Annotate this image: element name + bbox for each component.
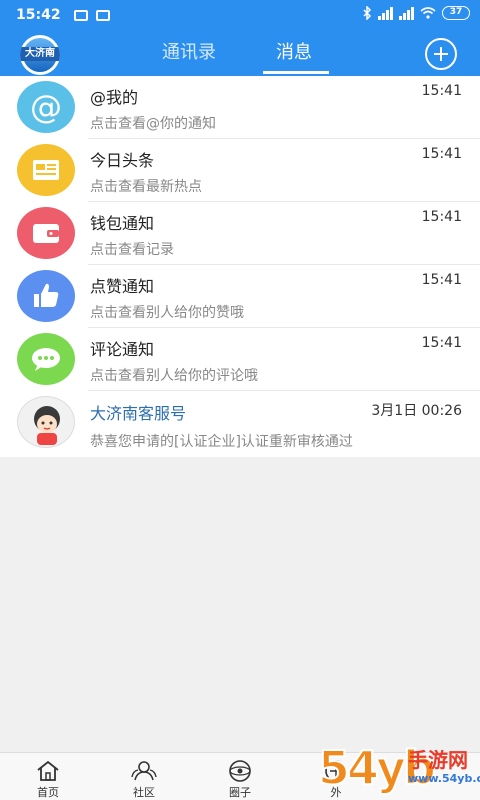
- tab-contacts[interactable]: 通讯录: [162, 38, 216, 64]
- active-tab-indicator: [263, 71, 329, 74]
- item-time: 15:41: [421, 335, 462, 351]
- status-bar: 15:42 37: [0, 0, 480, 32]
- message-notification-icon: [96, 10, 110, 21]
- nav-label: 首页: [37, 786, 59, 799]
- at-icon: @: [17, 81, 75, 133]
- list-item-comments[interactable]: 评论通知 点击查看别人给你的评论哦 15:41: [0, 328, 480, 391]
- message-list: @ @我的 点击查看@你的通知 15:41 今日头条 点击查看最新热点 15:4…: [0, 76, 480, 457]
- list-item-wallet[interactable]: 钱包通知 点击查看记录 15:41: [0, 202, 480, 265]
- item-time: 15:41: [421, 272, 462, 288]
- item-title: 大济南客服号: [90, 404, 187, 423]
- watermark-logo: 54yb 手游网 www.54yb.com: [317, 740, 480, 800]
- item-subtitle: 点击查看别人给你的赞哦: [90, 305, 244, 321]
- wifi-icon: [420, 7, 436, 19]
- nav-label: 圈子: [229, 786, 251, 799]
- service-avatar: [17, 396, 75, 448]
- nav-circle[interactable]: 圈子: [210, 759, 270, 800]
- watermark-name: 手游网: [408, 748, 468, 772]
- app-logo[interactable]: 大济南: [20, 35, 60, 75]
- nav-label: 社区: [133, 786, 155, 799]
- item-title: 评论通知: [90, 340, 155, 359]
- item-title: 钱包通知: [90, 214, 155, 233]
- status-time: 15:42: [16, 7, 61, 23]
- plus-circle-icon[interactable]: [425, 38, 457, 70]
- item-subtitle: 点击查看最新热点: [90, 179, 202, 195]
- logo-text: 大济南: [20, 47, 60, 61]
- comment-icon: [17, 333, 75, 385]
- thumbs-up-icon: [17, 270, 75, 322]
- item-time: 15:41: [421, 83, 462, 99]
- bluetooth-icon: [363, 6, 372, 20]
- list-item-mentions[interactable]: @ @我的 点击查看@你的通知 15:41: [0, 76, 480, 139]
- item-time: 15:41: [421, 146, 462, 162]
- item-subtitle: 点击查看别人给你的评论哦: [90, 368, 258, 384]
- list-item-customer-service[interactable]: 大济南客服号 恭喜您申请的[认证企业]认证重新审核通过 3月1日 00:26: [0, 391, 480, 457]
- tab-messages[interactable]: 消息: [276, 38, 312, 64]
- nav-home[interactable]: 首页: [18, 759, 78, 800]
- item-time: 3月1日 00:26: [371, 403, 462, 419]
- community-icon: [131, 761, 157, 781]
- item-subtitle: 点击查看记录: [90, 242, 174, 258]
- circle-icon: [229, 760, 251, 782]
- svg-text:@: @: [30, 88, 62, 126]
- message-notification-icon: [74, 10, 88, 21]
- battery-icon: 37: [442, 6, 470, 20]
- signal-icon: [378, 6, 393, 20]
- newspaper-icon: [17, 144, 75, 196]
- watermark-url: www.54yb.com: [408, 772, 480, 785]
- top-bar: 大济南 通讯录 消息: [0, 32, 480, 76]
- item-subtitle: 点击查看@你的通知: [90, 116, 216, 132]
- list-item-headlines[interactable]: 今日头条 点击查看最新热点 15:41: [0, 139, 480, 202]
- item-time: 15:41: [421, 209, 462, 225]
- list-item-likes[interactable]: 点赞通知 点击查看别人给你的赞哦 15:41: [0, 265, 480, 328]
- wallet-icon: [17, 207, 75, 259]
- item-title: @我的: [90, 88, 139, 107]
- home-icon: [37, 760, 59, 781]
- item-subtitle: 恭喜您申请的[认证企业]认证重新审核通过: [90, 434, 353, 450]
- item-title: 点赞通知: [90, 277, 155, 296]
- signal-icon: [399, 6, 414, 20]
- item-title: 今日头条: [90, 151, 155, 170]
- nav-community[interactable]: 社区: [114, 759, 174, 800]
